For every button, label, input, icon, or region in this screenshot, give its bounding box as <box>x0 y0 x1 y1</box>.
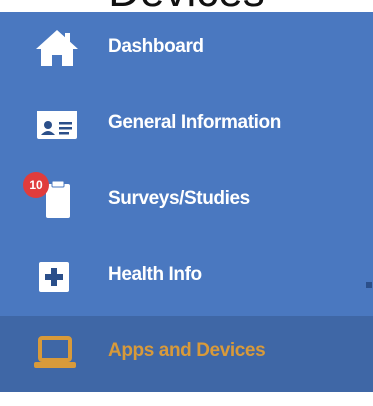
sidebar-item-dashboard[interactable]: Dashboard <box>0 12 373 88</box>
home-icon <box>36 30 78 66</box>
notification-badge: 10 <box>23 172 49 198</box>
chevron-icon <box>366 282 372 288</box>
id-card-icon <box>37 111 77 139</box>
page-title-area: Devices <box>0 0 373 12</box>
sidebar-item-surveys-studies[interactable]: Surveys/Studies <box>0 164 373 240</box>
sidebar-item-apps-and-devices[interactable]: Apps and Devices <box>0 316 373 392</box>
bottom-strip <box>0 392 373 406</box>
page-title: Devices <box>0 0 373 12</box>
laptop-icon <box>34 336 76 368</box>
sidebar-item-health-info[interactable]: Health Info <box>0 240 373 316</box>
plus-square-icon <box>39 262 69 292</box>
sidebar-item-label: General Information <box>108 112 281 133</box>
sidebar-item-label: Surveys/Studies <box>108 188 250 209</box>
sidebar-item-general-information[interactable]: General Information <box>0 88 373 164</box>
sidebar-item-label: Dashboard <box>108 36 204 57</box>
sidebar-item-label: Apps and Devices <box>108 340 266 361</box>
sidebar-item-label: Health Info <box>108 264 202 285</box>
sidebar: Dashboard General Information Surveys/St… <box>0 12 373 392</box>
